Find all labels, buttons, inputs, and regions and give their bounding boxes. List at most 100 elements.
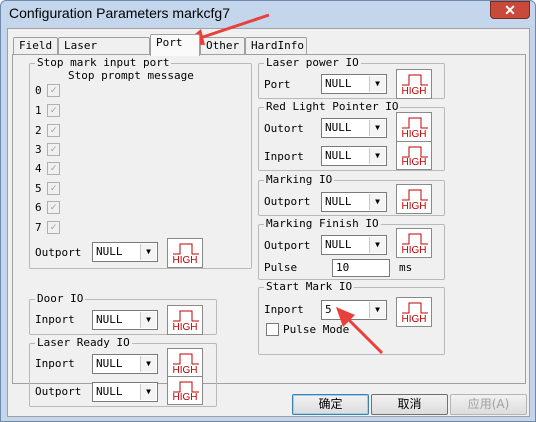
door-io-group: Door IO Inport NULL ▼ HIGH (29, 293, 217, 335)
marking-outport-level-button[interactable]: HIGH (396, 184, 432, 214)
stop-row-5-num: 5 (35, 182, 42, 195)
red-light-outport-select[interactable]: NULL ▼ (321, 118, 387, 138)
stop-row-1-checkbox[interactable]: ✓ (47, 104, 60, 117)
stop-row-0-num: 0 (35, 84, 42, 97)
level-high-label: HIGH (401, 86, 427, 97)
marking-io-group: Marking IO Outport NULL ▼ HIGH (258, 174, 445, 216)
stop-mark-title: Stop mark input port (35, 56, 172, 69)
level-high-label: HIGH (401, 129, 427, 140)
pulse-mode-label: Pulse Mode (283, 323, 350, 336)
stop-row-4-checkbox[interactable]: ✓ (47, 162, 60, 175)
laser-ready-outport-level-button[interactable]: HIGH (167, 376, 203, 405)
start-mark-inport-label: Inport (264, 303, 304, 316)
level-high-label: HIGH (172, 322, 198, 333)
chevron-down-icon[interactable]: ▼ (140, 244, 156, 260)
laser-ready-outport-value: NULL (96, 385, 123, 398)
chevron-down-icon[interactable]: ▼ (140, 356, 156, 372)
chevron-down-icon[interactable]: ▼ (140, 312, 156, 328)
start-mark-inport-value: 5 (325, 303, 332, 316)
stop-row-6-checkbox[interactable]: ✓ (47, 201, 60, 214)
laser-power-port-value: NULL (325, 77, 352, 90)
door-inport-select[interactable]: NULL ▼ (92, 310, 158, 330)
marking-outport-select[interactable]: NULL ▼ (321, 192, 387, 212)
marking-outport-label: Outport (264, 195, 311, 208)
level-high-label: HIGH (401, 157, 427, 168)
chevron-down-icon[interactable]: ▼ (369, 76, 385, 92)
stop-row-6-num: 6 (35, 201, 42, 214)
start-mark-level-button[interactable]: HIGH (396, 297, 432, 327)
stop-row-7-checkbox[interactable]: ✓ (47, 221, 60, 234)
stop-outport-level-button[interactable]: HIGH (167, 238, 203, 268)
level-high-label: HIGH (401, 245, 427, 256)
tab-field[interactable]: Field (13, 37, 58, 55)
laser-ready-inport-select[interactable]: NULL ▼ (92, 354, 158, 374)
tab-port[interactable]: Port (150, 34, 200, 56)
stop-row-1-num: 1 (35, 104, 42, 117)
red-light-io-group: Red Light Pointer IO Outort NULL ▼ HIGH … (258, 101, 445, 171)
stop-outport-value: NULL (96, 245, 123, 258)
port-tab-panel: Stop mark input port Stop prompt message… (12, 54, 526, 407)
cancel-button[interactable]: 取消 (371, 394, 448, 415)
stop-mark-group: Stop mark input port Stop prompt message… (29, 57, 252, 269)
laser-ready-inport-value: NULL (96, 357, 123, 370)
chevron-down-icon[interactable]: ▼ (140, 384, 156, 400)
stop-row-2-checkbox[interactable]: ✓ (47, 124, 60, 137)
marking-finish-io-title: Marking Finish IO (264, 217, 381, 230)
laser-ready-outport-select[interactable]: NULL ▼ (92, 382, 158, 402)
chevron-down-icon[interactable]: ▼ (369, 148, 385, 164)
laser-ready-outport-label: Outport (35, 385, 82, 398)
dialog-client: Field Laser Control Port Other HardInfo … (7, 28, 530, 417)
red-light-outport-value: NULL (325, 121, 352, 134)
door-inport-label: Inport (35, 313, 75, 326)
pulse-mode-checkbox[interactable] (266, 323, 279, 336)
tab-other[interactable]: Other (200, 37, 245, 55)
marking-finish-io-group: Marking Finish IO Outport NULL ▼ HIGH Pu… (258, 218, 445, 280)
door-inport-level-button[interactable]: HIGH (167, 305, 203, 335)
red-light-inport-select[interactable]: NULL ▼ (321, 146, 387, 166)
door-inport-value: NULL (96, 313, 123, 326)
stop-row-0-checkbox[interactable]: ✓ (47, 84, 60, 97)
marking-finish-pulse-label: Pulse (264, 261, 298, 274)
stop-row-3-checkbox[interactable]: ✓ (47, 143, 60, 156)
apply-button[interactable]: 应用(A) (450, 394, 527, 415)
marking-finish-outport-value: NULL (325, 238, 352, 251)
marking-outport-value: NULL (325, 195, 352, 208)
laser-power-level-button[interactable]: HIGH (396, 69, 432, 99)
level-high-label: HIGH (172, 255, 198, 266)
marking-finish-outport-select[interactable]: NULL ▼ (321, 235, 387, 255)
close-button[interactable]: ✕ (490, 1, 530, 19)
start-mark-io-group: Start Mark IO Inport 5 ▼ HIGH Pulse Mode (258, 281, 445, 355)
laser-ready-inport-level-button[interactable]: HIGH (167, 348, 203, 378)
level-high-label: HIGH (401, 201, 427, 212)
stop-outport-label: Outport (35, 246, 82, 259)
chevron-down-icon[interactable]: ▼ (369, 120, 385, 136)
red-light-io-title: Red Light Pointer IO (264, 100, 401, 113)
start-mark-inport-select[interactable]: 5 ▼ (321, 300, 387, 320)
start-mark-io-title: Start Mark IO (264, 280, 355, 293)
title-bar[interactable]: Configuration Parameters markcfg7 ✕ (1, 1, 535, 27)
red-light-inport-level-button[interactable]: HIGH (396, 141, 432, 170)
laser-power-io-title: Laser power IO (264, 56, 361, 69)
laser-power-port-select[interactable]: NULL ▼ (321, 74, 387, 94)
config-window: Configuration Parameters markcfg7 ✕ Fiel… (0, 0, 536, 422)
laser-ready-io-group: Laser Ready IO Inport NULL ▼ HIGH Outpor… (29, 337, 217, 407)
stop-row-2-num: 2 (35, 124, 42, 137)
tab-laser-control[interactable]: Laser Control (58, 37, 150, 68)
chevron-down-icon[interactable]: ▼ (369, 237, 385, 253)
red-light-outport-level-button[interactable]: HIGH (396, 112, 432, 142)
laser-ready-inport-label: Inport (35, 357, 75, 370)
level-high-label: HIGH (401, 314, 427, 325)
marking-finish-outport-label: Outport (264, 239, 311, 252)
ok-button[interactable]: 确定 (292, 394, 369, 415)
red-light-inport-value: NULL (325, 149, 352, 162)
marking-finish-level-button[interactable]: HIGH (396, 228, 432, 258)
stop-row-4-num: 4 (35, 162, 42, 175)
stop-outport-select[interactable]: NULL ▼ (92, 242, 158, 262)
stop-row-5-checkbox[interactable]: ✓ (47, 182, 60, 195)
laser-power-io-group: Laser power IO Port NULL ▼ HIGH (258, 57, 445, 99)
chevron-down-icon[interactable]: ▼ (369, 302, 385, 318)
marking-finish-pulse-input[interactable]: 10 (332, 259, 390, 277)
tab-hardinfo[interactable]: HardInfo (245, 37, 307, 55)
chevron-down-icon[interactable]: ▼ (369, 194, 385, 210)
level-high-label: HIGH (172, 392, 198, 403)
